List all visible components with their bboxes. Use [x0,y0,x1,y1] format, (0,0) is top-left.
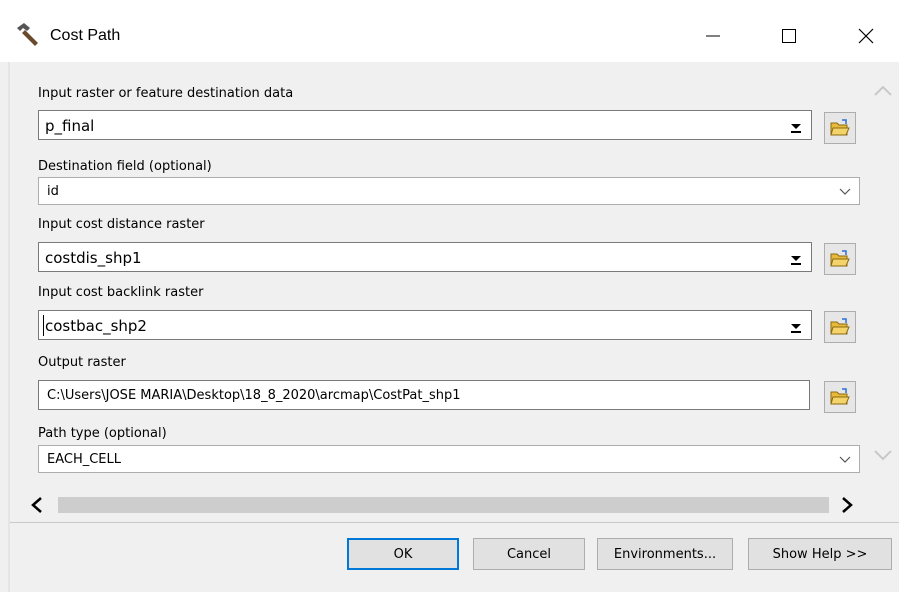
open-folder-icon [830,318,850,335]
title-bar[interactable]: Cost Path [0,0,899,62]
open-folder-icon [830,388,850,405]
maximize-button[interactable] [766,16,812,56]
open-folder-icon [830,119,850,136]
dropdown-arrow-icon[interactable] [789,320,803,334]
maximize-icon [782,29,796,43]
dialog-footer: OK Cancel Environments... Show Help >> [10,523,899,592]
environments-button[interactable]: Environments... [597,538,733,570]
scrollbar-thumb[interactable] [58,497,829,513]
dropdown-arrow-icon[interactable] [789,120,803,134]
output-raster-value: C:\Users\JOSE MARIA\Desktop\18_8_2020\ar… [47,388,461,403]
scroll-left-icon[interactable] [30,497,44,513]
path-type-label: Path type (optional) [38,426,167,441]
chevron-down-icon[interactable] [839,188,851,196]
minimize-button[interactable] [690,16,736,56]
dest-field-select[interactable]: id [38,177,860,205]
window-title: Cost Path [50,27,121,44]
scroll-down-icon[interactable] [874,450,892,462]
input-dest-label: Input raster or feature destination data [38,86,294,101]
scroll-right-icon[interactable] [840,497,854,513]
close-icon [858,28,874,44]
dest-field-value: id [47,184,59,199]
open-folder-icon [830,250,850,267]
dest-field-label: Destination field (optional) [38,159,212,174]
parameters-panel: Input raster or feature destination data… [10,62,876,492]
output-raster-label: Output raster [38,355,126,370]
cost-distance-browse-button[interactable] [824,243,856,275]
cost-distance-label: Input cost distance raster [38,217,205,232]
minimize-icon [706,35,720,37]
cost-distance-combo[interactable]: costdis_shp1 [38,242,812,272]
vertical-scrollbar[interactable] [866,62,899,492]
cost-distance-value: costdis_shp1 [45,249,142,267]
hammer-icon [17,23,38,46]
cost-backlink-value: costbac_shp2 [45,317,147,335]
horizontal-scrollbar[interactable] [30,492,866,518]
close-button[interactable] [843,16,889,56]
input-dest-value: p_final [45,117,95,135]
dropdown-arrow-icon[interactable] [789,252,803,266]
text-cursor [43,315,44,336]
scroll-up-icon[interactable] [874,84,892,96]
input-dest-browse-button[interactable] [824,112,856,144]
output-raster-browse-button[interactable] [824,381,856,413]
output-raster-input[interactable]: C:\Users\JOSE MARIA\Desktop\18_8_2020\ar… [38,380,810,410]
cost-backlink-label: Input cost backlink raster [38,285,204,300]
path-type-value: EACH_CELL [47,452,122,467]
cost-backlink-combo[interactable]: costbac_shp2 [38,310,812,340]
show-help-button[interactable]: Show Help >> [748,538,892,570]
cost-backlink-browse-button[interactable] [824,311,856,343]
path-type-select[interactable]: EACH_CELL [38,445,860,473]
cancel-button[interactable]: Cancel [473,538,585,570]
ok-button[interactable]: OK [347,538,459,570]
input-dest-combo[interactable]: p_final [38,110,812,140]
chevron-down-icon[interactable] [839,456,851,464]
cost-path-dialog: Cost Path Input raster or feature destin… [0,0,899,592]
